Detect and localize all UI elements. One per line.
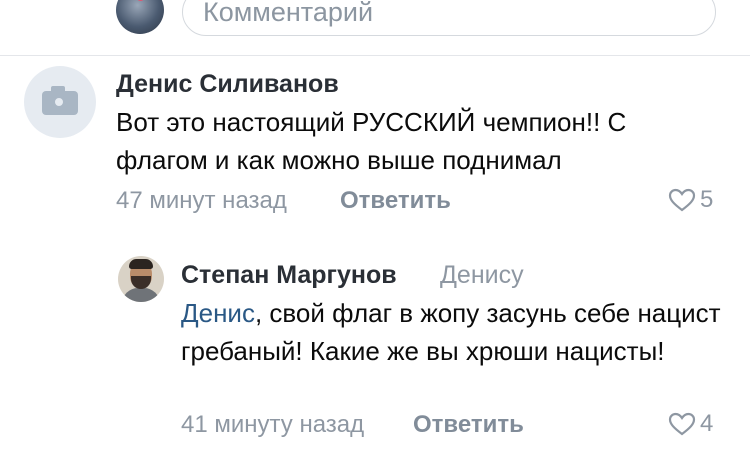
mention-link[interactable]: Денис [181,298,255,328]
comment-timestamp[interactable]: 47 минут назад [116,187,287,215]
divider [0,55,750,56]
like-count: 4 [700,410,714,437]
like-button[interactable]: 4 [668,410,713,438]
comment-text-body: , свой флаг в жопу засунь себе нацист гр… [181,298,721,366]
reply-button[interactable]: Ответить [340,187,451,215]
heart-outline-icon [668,188,696,212]
current-user-avatar [116,0,164,34]
like-button[interactable]: 5 [668,186,713,214]
reply-addressee[interactable]: Денису [440,261,524,290]
comment-text: Денис, свой флаг в жопу засунь себе наци… [181,294,721,370]
avatar-placeholder[interactable] [24,66,96,138]
comment-timestamp[interactable]: 41 минуту назад [181,411,364,439]
like-count: 5 [700,186,714,213]
comment-author[interactable]: Степан Маргунов [181,261,397,290]
comment-author[interactable]: Денис Силиванов [116,70,339,99]
comment-text: Вот это настоящий РУССКИЙ чемпион!! С фл… [116,107,627,175]
reply-button[interactable]: Ответить [413,411,524,439]
user-avatar[interactable] [118,256,164,302]
comment-composer: Комментарий [0,0,750,56]
comment-input-placeholder: Комментарий [203,0,374,27]
comment-input[interactable]: Комментарий [182,0,716,36]
heart-outline-icon [668,412,696,436]
